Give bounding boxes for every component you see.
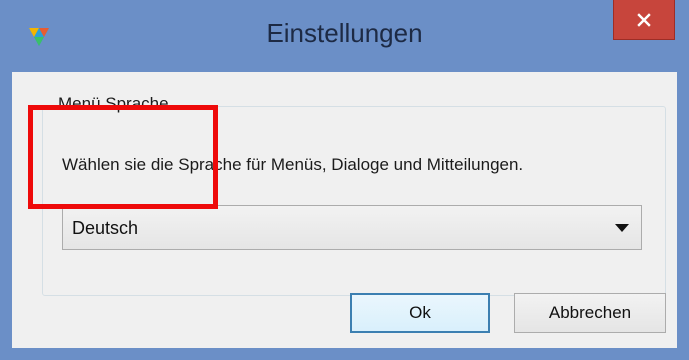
close-icon xyxy=(637,12,651,27)
language-select[interactable]: Deutsch xyxy=(62,205,642,250)
settings-window: Einstellungen Menü Sprache Wählen sie di… xyxy=(0,0,689,360)
highlight-annotation xyxy=(28,105,218,209)
ok-button[interactable]: Ok xyxy=(350,293,490,333)
dropdown-arrow-icon[interactable] xyxy=(615,224,629,232)
cancel-button[interactable]: Abbrechen xyxy=(514,293,666,333)
window-title: Einstellungen xyxy=(266,18,423,48)
close-button[interactable] xyxy=(613,0,675,40)
title-bar[interactable]: Einstellungen xyxy=(0,0,689,72)
language-select-value: Deutsch xyxy=(72,218,139,238)
